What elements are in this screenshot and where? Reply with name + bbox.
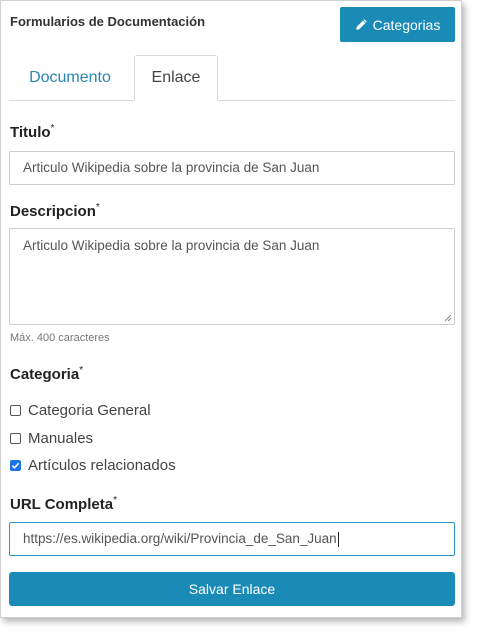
categories-button-label: Categorias <box>372 16 441 33</box>
tab-documento[interactable]: Documento <box>9 55 131 100</box>
checkbox-manuales[interactable]: Manuales <box>10 430 93 447</box>
checkbox-checked-icon[interactable] <box>10 460 21 471</box>
resize-grip-icon[interactable] <box>444 314 452 322</box>
url-label: URL Completa* <box>10 495 117 513</box>
url-value: https://es.wikipedia.org/wiki/Provincia_… <box>23 531 337 546</box>
categories-button[interactable]: Categorias <box>340 7 455 42</box>
documentation-form-panel: Formularios de Documentación Categorias … <box>0 0 462 618</box>
descripcion-textarea[interactable]: Articulo Wikipedia sobre la provincia de… <box>9 228 455 325</box>
descripcion-label: Descripcion* <box>10 202 100 220</box>
descripcion-text: Articulo Wikipedia sobre la provincia de… <box>23 238 320 253</box>
pencil-icon <box>355 19 367 30</box>
checkbox-articulos-relacionados[interactable]: Artículos relacionados <box>10 457 176 474</box>
tab-documento-label: Documento <box>29 68 111 86</box>
checkbox-label: Artículos relacionados <box>28 457 176 474</box>
text-cursor <box>337 531 339 547</box>
categoria-label: Categoria* <box>10 365 84 383</box>
save-link-button[interactable]: Salvar Enlace <box>9 572 455 606</box>
descripcion-hint: Máx. 400 caracteres <box>10 332 110 344</box>
tab-enlace-label: Enlace <box>151 69 201 86</box>
titulo-label: Titulo* <box>10 123 55 141</box>
form-tabs: Documento Enlace <box>9 55 455 101</box>
url-field[interactable]: https://es.wikipedia.org/wiki/Provincia_… <box>9 522 455 556</box>
tab-enlace[interactable]: Enlace <box>134 55 218 101</box>
checkbox-categoria-general[interactable]: Categoria General <box>10 402 151 419</box>
form-title: Formularios de Documentación <box>10 14 206 29</box>
titulo-field[interactable]: Articulo Wikipedia sobre la provincia de… <box>9 151 455 185</box>
checkbox-label: Manuales <box>28 430 94 447</box>
checkbox-icon[interactable] <box>10 433 21 444</box>
checkbox-label: Categoria General <box>28 402 151 419</box>
checkbox-icon[interactable] <box>10 405 21 416</box>
